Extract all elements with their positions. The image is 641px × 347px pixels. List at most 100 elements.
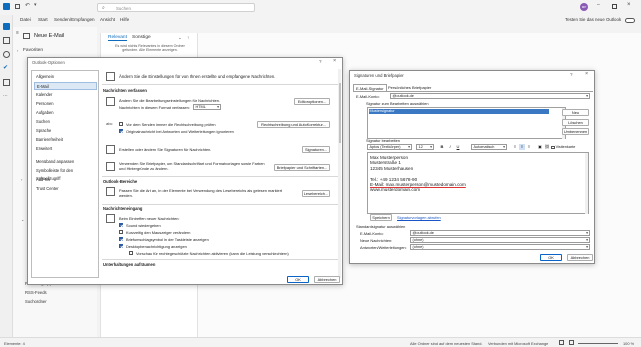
font-size-select[interactable]: 12	[416, 144, 434, 150]
ok-button[interactable]: OK	[287, 276, 309, 283]
close-icon[interactable]: ×	[627, 2, 631, 8]
arrival-preview-checkbox[interactable]	[129, 251, 133, 255]
bold-button[interactable]: B	[439, 144, 445, 150]
sort-icon[interactable]: ↑	[187, 35, 189, 40]
tab-sonstige[interactable]: Sonstige	[132, 35, 151, 40]
reading-pane-button[interactable]: Lesebereich...	[302, 190, 330, 197]
arrival-envelope-checkbox[interactable]	[119, 237, 123, 241]
nav-item-allgemein[interactable]: Allgemein	[34, 73, 97, 81]
font-color-select[interactable]: Automatisch	[471, 144, 507, 150]
spelling-autocorrect-button[interactable]: Rechtschreibung und AutoKorrektur...	[257, 121, 330, 128]
tasks-icon[interactable]: ✔	[3, 65, 10, 72]
nav-item-personen[interactable]: Personen	[34, 100, 97, 108]
customize-toolbar-icon[interactable]: ▾	[34, 2, 37, 8]
default-account-select[interactable]: @outlook.de	[410, 230, 590, 236]
search-input[interactable]: ⌕ Suchen	[97, 3, 255, 12]
reading-view-icon[interactable]	[569, 340, 574, 345]
account-select[interactable]: @outlook.de	[390, 93, 590, 99]
compose-format-select[interactable]: HTML	[193, 104, 221, 110]
menu-ansicht[interactable]: Ansicht	[100, 17, 115, 22]
arrival-cursor-checkbox[interactable]	[119, 230, 123, 234]
tab-relevant[interactable]: Relevant	[108, 35, 127, 41]
collapse-icon[interactable]: ≡	[16, 30, 19, 36]
arrival-desktop-checkbox[interactable]	[119, 244, 123, 248]
favorites-header[interactable]: Favoriten	[23, 48, 43, 53]
new-messages-label: Neue Nachrichten:	[360, 238, 393, 243]
nav-item-trust-center[interactable]: Trust Center	[34, 185, 97, 193]
new-signature-button[interactable]: Neu	[562, 109, 589, 116]
calendar-icon[interactable]	[3, 37, 10, 44]
section-panes: Outlook-Bereiche	[103, 179, 138, 184]
maximize-icon[interactable]	[612, 4, 617, 9]
scrollbar-thumb[interactable]	[338, 83, 341, 143]
nav-item-sprache[interactable]: Sprache	[34, 127, 97, 135]
nav-item-aufgaben[interactable]: Aufgaben	[34, 109, 97, 117]
nav-item-erweitert[interactable]: Erweitert	[34, 145, 97, 153]
underline-button[interactable]: U	[455, 144, 461, 150]
align-center-icon[interactable]: ≡	[519, 144, 525, 150]
zoom-slider[interactable]	[578, 342, 618, 344]
scrollbar[interactable]	[585, 153, 588, 214]
chevron-right-icon[interactable]: ›	[17, 48, 18, 53]
signature-list[interactable]: Mustersignatur	[367, 107, 566, 139]
align-right-icon[interactable]: ≡	[526, 144, 532, 150]
nav-item-add-ins[interactable]: Add-Ins	[34, 176, 97, 184]
apps-icon[interactable]: ⋯	[3, 93, 10, 100]
image-icon[interactable]: ▣	[537, 144, 543, 150]
menu-start[interactable]: Start	[38, 17, 48, 22]
folder-rss-feeds[interactable]: RSS-Feeds	[25, 290, 47, 295]
link-icon[interactable]: ⛓	[544, 144, 550, 150]
arrival-sound-checkbox[interactable]	[119, 223, 123, 227]
search-icon: ⌕	[102, 5, 105, 11]
close-icon[interactable]: ×	[333, 58, 336, 64]
replies-select[interactable]: (ohne)	[410, 244, 590, 250]
close-icon[interactable]: ×	[585, 71, 588, 77]
menu-datei[interactable]: Datei	[20, 17, 31, 22]
notes-icon[interactable]	[3, 79, 10, 86]
avatar[interactable]: MP	[580, 3, 588, 11]
tab-email-signature[interactable]: E-Mail-Signatur	[353, 84, 387, 91]
business-card-button[interactable]: Visitenkarte	[551, 144, 575, 150]
delete-signature-button[interactable]: Löschen	[562, 119, 589, 126]
cancel-button[interactable]: Abbrechen	[567, 254, 593, 261]
rename-signature-button[interactable]: Umbenennen	[562, 128, 589, 135]
nav-item-symbolleiste-für-den-schnellzugriff[interactable]: Symbolleiste für den Schnellzugriff	[34, 167, 97, 181]
undo-icon[interactable]: ↶	[25, 2, 30, 9]
font-select[interactable]: Aptos (Textkörper)	[367, 144, 412, 150]
menu-senden-empfangen[interactable]: Senden/Empfangen	[54, 17, 95, 22]
chevron-right-icon[interactable]: ›	[21, 177, 22, 182]
italic-button[interactable]: I	[447, 144, 453, 150]
nav-item-menüband-anpassen[interactable]: Menüband anpassen	[34, 158, 97, 166]
nav-item-suchen[interactable]: Suchen	[34, 118, 97, 126]
help-icon[interactable]: ?	[570, 72, 573, 77]
signature-templates-link[interactable]: Signaturvorlagen abrufen	[397, 215, 441, 220]
align-left-icon[interactable]: ≡	[512, 144, 518, 150]
new-messages-select[interactable]: (ohne)	[410, 237, 590, 243]
editor-options-button[interactable]: Editoroptionen...	[294, 98, 330, 105]
try-new-outlook-toggle[interactable]	[625, 17, 635, 23]
nav-item-kalender[interactable]: Kalender	[34, 91, 97, 99]
spell-check-checkbox[interactable]	[119, 122, 123, 126]
ok-button[interactable]: OK	[540, 254, 562, 261]
help-icon[interactable]: ?	[319, 59, 322, 64]
stationery-fonts-button[interactable]: Briefpapier und Schriftarten...	[274, 164, 330, 171]
normal-view-icon[interactable]	[559, 340, 564, 345]
menu-hilfe[interactable]: Hilfe	[120, 17, 129, 22]
folder-suchordner[interactable]: Suchordner	[25, 299, 47, 304]
signatures-button[interactable]: Signaturen...	[302, 146, 330, 153]
save-icon[interactable]	[15, 4, 20, 9]
dialog-title: Signaturen und Briefpapier	[350, 71, 594, 79]
cancel-button[interactable]: Abbrechen	[314, 276, 340, 283]
people-icon[interactable]	[3, 51, 10, 58]
filter-icon[interactable]: ⌄	[178, 35, 182, 41]
nav-item-e-mail[interactable]: E-Mail	[34, 82, 97, 90]
mail-icon[interactable]	[3, 23, 10, 30]
signature-list-item[interactable]: Mustersignatur	[368, 108, 549, 114]
tab-personal-stationery[interactable]: Persönliches Briefpapier	[386, 84, 433, 91]
signature-editor[interactable]: Max Musterperson Musterstraße 1 12345 Must…	[367, 152, 589, 214]
ignore-original-checkbox[interactable]	[119, 129, 123, 133]
minimize-icon[interactable]: –	[597, 2, 600, 8]
save-button[interactable]: Speichern	[370, 214, 392, 221]
nav-item-barrierefreiheit[interactable]: Barrierefreiheit	[34, 136, 97, 144]
chevron-down-icon[interactable]: ⌄	[21, 217, 24, 222]
